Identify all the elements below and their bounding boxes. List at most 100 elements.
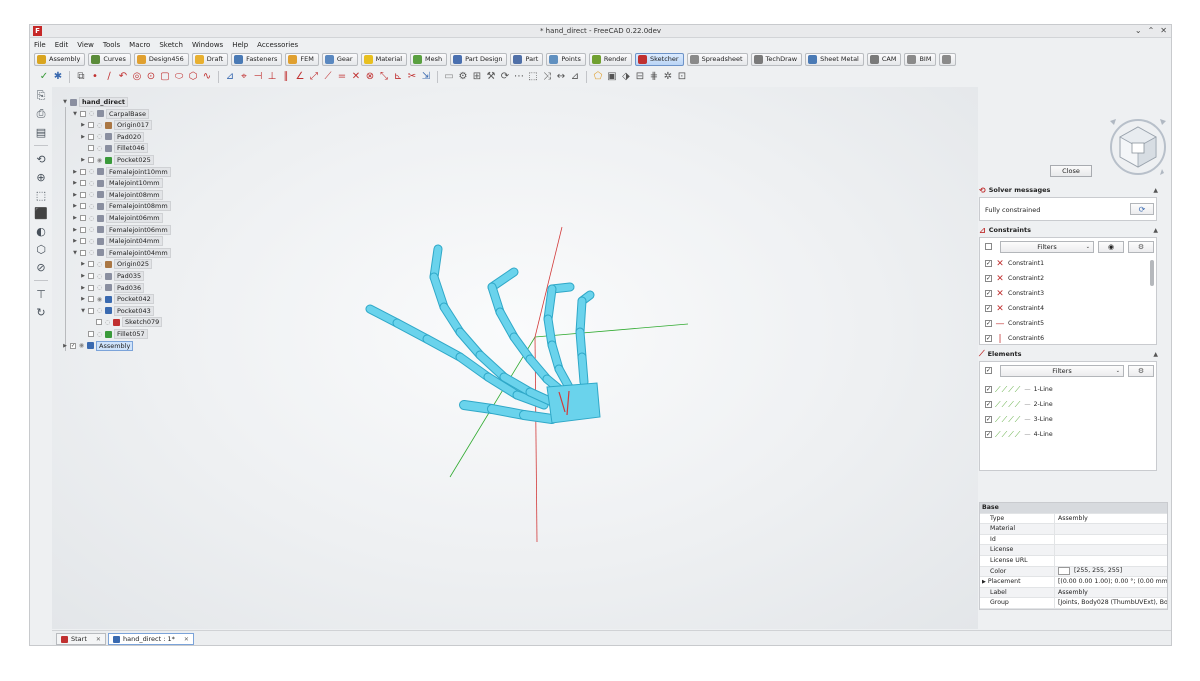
toolbar-tool-icon[interactable]: ✂	[406, 71, 418, 83]
expand-icon[interactable]: ▶	[72, 203, 78, 209]
workbench-button[interactable]: Design456	[133, 52, 189, 66]
elements-header[interactable]: ⟋ Elements ▲	[979, 349, 1161, 359]
element-checkbox[interactable]: ✓	[985, 431, 992, 438]
visibility-checkbox[interactable]	[88, 331, 94, 337]
expand-icon[interactable]: ▶	[982, 579, 986, 585]
toolbar-tool-icon[interactable]: ⊡	[676, 71, 688, 83]
property-value[interactable]	[1055, 524, 1167, 534]
toolbar-tool-icon[interactable]: •	[89, 71, 101, 83]
toolbar-tool-icon[interactable]: ∥	[280, 71, 292, 83]
toolbar-tool-icon[interactable]: ⚙	[457, 71, 469, 83]
zoom-icon[interactable]: ⊕	[34, 170, 48, 184]
visibility-checkbox[interactable]	[80, 249, 86, 256]
element-checkbox[interactable]: ✓	[985, 401, 992, 408]
workbench-button[interactable]: Material	[360, 52, 407, 66]
menu-item[interactable]: Help	[232, 41, 248, 49]
eye-icon[interactable]: ◌	[88, 110, 95, 117]
eye-icon[interactable]: ◌	[88, 215, 95, 222]
expand-icon[interactable]: ▶	[80, 157, 86, 163]
property-value[interactable]: Assembly	[1055, 588, 1167, 598]
phalanx-segment[interactable]	[544, 285, 556, 323]
view-front-icon[interactable]: ⬛	[34, 206, 48, 220]
carpal-base[interactable]	[546, 382, 601, 424]
element-checkbox[interactable]: ✓	[985, 416, 992, 423]
toolbar-tool-icon[interactable]: ⤡	[378, 71, 390, 83]
menu-item[interactable]: Macro	[129, 41, 150, 49]
tree-item[interactable]: ▶ ◌ Origin017	[80, 120, 153, 131]
workbench-button[interactable]: TechDraw	[750, 52, 803, 66]
toolbar-tool-icon[interactable]: ⧉	[75, 71, 87, 83]
menu-item[interactable]: Sketch	[159, 41, 183, 49]
eye-icon[interactable]: ◌	[104, 319, 111, 326]
expand-icon[interactable]: ▶	[72, 227, 78, 233]
phalanx-segment[interactable]	[578, 353, 588, 386]
property-row[interactable]: Group[Joints, Body028 (ThumbUVExt), Body…	[980, 598, 1167, 609]
property-row[interactable]: Id	[980, 534, 1167, 546]
eye-icon[interactable]: ◌	[96, 133, 103, 140]
expand-icon[interactable]: ▶	[72, 215, 78, 221]
toolbar-tool-icon[interactable]: ◎	[131, 71, 143, 83]
workbench-button[interactable]: Fasteners	[231, 52, 283, 66]
toolbar-tool-icon[interactable]: ✱	[52, 71, 64, 83]
visibility-checkbox[interactable]	[88, 157, 94, 163]
refresh-button[interactable]: ⟳	[1130, 203, 1154, 215]
toolbar-tool-icon[interactable]: ∕	[103, 71, 115, 83]
constraint-item[interactable]: ✓ ✕ Constraint2	[985, 273, 1044, 284]
phalanx-segment[interactable]	[423, 335, 464, 361]
toolbar-tool-icon[interactable]: ⬡	[187, 71, 199, 83]
expand-icon[interactable]: ▶	[80, 296, 86, 302]
workbench-button[interactable]: CAM	[866, 52, 902, 66]
toolbar-tool-icon[interactable]: ⊗	[364, 71, 376, 83]
constraint-checkbox[interactable]: ✓	[985, 335, 992, 342]
visibility-checkbox[interactable]	[88, 133, 94, 140]
eye-icon[interactable]: ◉	[78, 342, 85, 349]
tree-item[interactable]: ▶ ◌ Pad036	[80, 282, 145, 293]
tree-item[interactable]: ▶ ◉ Pocket025	[80, 155, 154, 165]
visibility-checkbox[interactable]	[88, 261, 94, 268]
eye-icon[interactable]: ◌	[88, 168, 95, 175]
constraint-checkbox[interactable]: ✓	[985, 305, 992, 312]
toolbar-tool-icon[interactable]: ⬭	[173, 71, 185, 83]
constraint-item[interactable]: ✓ — Constraint5	[985, 318, 1044, 329]
visibility-checkbox[interactable]	[88, 296, 94, 303]
eye-icon[interactable]: ◌	[96, 307, 103, 314]
property-value[interactable]	[1055, 545, 1167, 555]
close-window-button[interactable]: ✕	[1160, 26, 1167, 35]
workbench-button[interactable]: FEM	[285, 52, 319, 66]
toolbar-tool-icon[interactable]: ✲	[662, 71, 674, 83]
workbench-button[interactable]: Draft	[191, 52, 229, 66]
phalanx-segment[interactable]	[456, 328, 484, 359]
toolbar-tool-icon[interactable]: =	[336, 71, 348, 83]
document-tab[interactable]: Start ✕	[56, 633, 106, 645]
tree-item[interactable]: ▶ ◌ Femalejoint10mm	[72, 166, 171, 177]
visibility-checkbox[interactable]: ✓	[70, 342, 76, 349]
settings-button[interactable]: ⚙	[1128, 241, 1154, 253]
constraints-filter-select[interactable]: Filters ⌄	[1000, 241, 1094, 253]
collapse-icon[interactable]: ▲	[1153, 351, 1158, 358]
expand-icon[interactable]: ▶	[80, 261, 86, 267]
toolbar-tool-icon[interactable]: ⋯	[513, 71, 525, 83]
elements-select-all[interactable]: ✓	[985, 365, 992, 376]
menu-item[interactable]: Accessories	[257, 41, 298, 49]
phalanx-segment[interactable]	[393, 319, 431, 343]
constraint-item[interactable]: ✓ ✕ Constraint4	[985, 303, 1044, 314]
eye-icon[interactable]: ◌	[96, 145, 103, 152]
eye-icon[interactable]: ◌	[88, 226, 95, 233]
toolbar-tool-icon[interactable]: ✓	[38, 71, 50, 83]
menu-item[interactable]: Tools	[103, 41, 120, 49]
new-doc-icon[interactable]: ⎘	[34, 89, 48, 103]
document-tab[interactable]: hand_direct : 1* ✕	[108, 633, 194, 645]
phalanx-segment[interactable]	[520, 411, 556, 423]
menu-item[interactable]: File	[34, 41, 46, 49]
3d-viewport[interactable]	[52, 87, 978, 629]
tree-item[interactable]: ▶ ◌ Malejoint04mm	[72, 236, 163, 247]
collapse-icon[interactable]: ▲	[1153, 227, 1158, 234]
element-item[interactable]: ✓ ⟋⟋⟋⟋ —1-Line	[985, 384, 1053, 395]
workbench-button[interactable]: Sketcher	[634, 52, 684, 66]
property-row[interactable]: Material	[980, 524, 1167, 535]
constraint-checkbox[interactable]: ✓	[985, 260, 992, 267]
workbench-button[interactable]: Mesh	[410, 52, 448, 66]
toolbar-tool-icon[interactable]: ⬚	[527, 71, 539, 83]
expand-icon[interactable]: ▼	[62, 99, 68, 105]
toolbar-tool-icon[interactable]: ⊾	[392, 71, 404, 83]
